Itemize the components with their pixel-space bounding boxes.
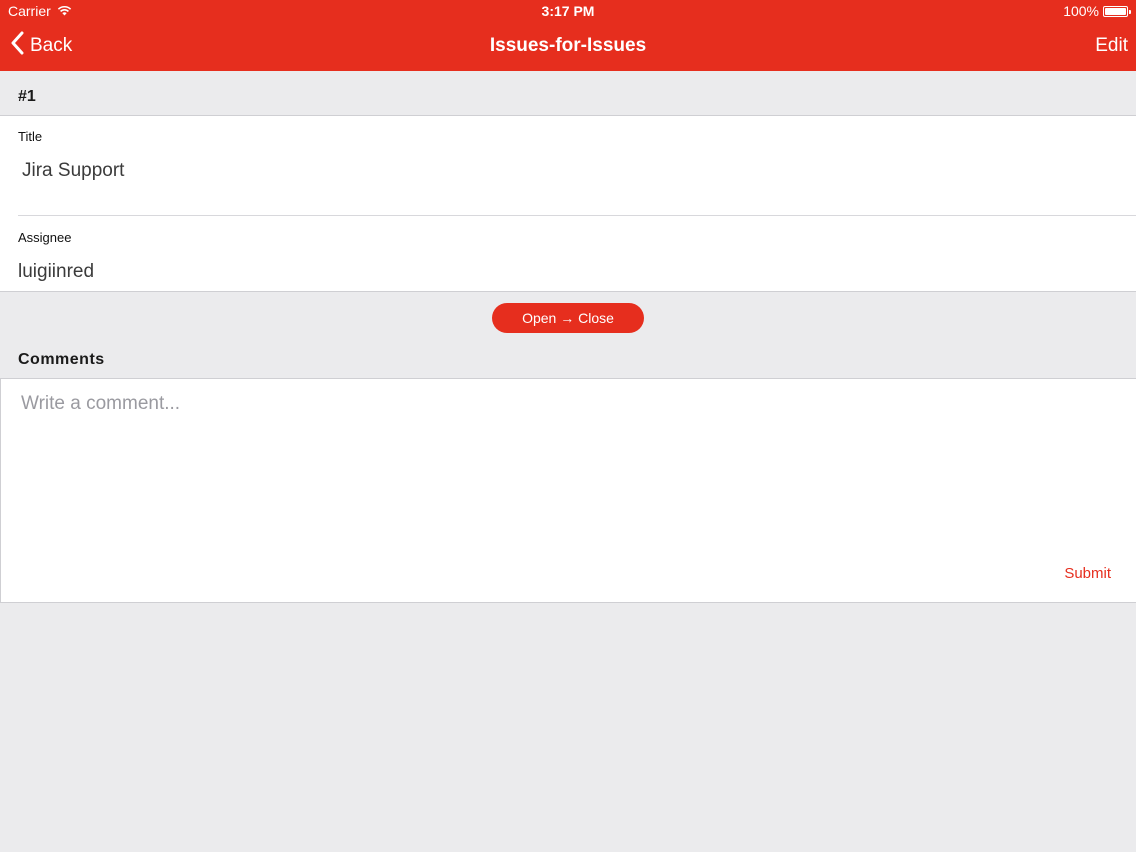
title-label: Title xyxy=(18,129,43,144)
edit-button[interactable]: Edit xyxy=(1095,35,1128,57)
comment-input[interactable] xyxy=(21,393,1111,543)
comment-box: Submit xyxy=(0,378,1136,603)
field-divider xyxy=(18,215,1136,216)
battery-percent: 100% xyxy=(1063,3,1099,19)
issue-details-card: Title Jira Support Assignee luigiinred xyxy=(0,116,1136,292)
page-title: Issues-for-Issues xyxy=(489,35,647,56)
top-bar: Carrier 3:17 PM 100% Back Issues-for-Iss… xyxy=(0,0,1136,71)
status-right: 100% xyxy=(1063,0,1131,22)
status-time: 3:17 PM xyxy=(541,3,595,19)
issue-number: #1 xyxy=(18,88,36,105)
assignee-label: Assignee xyxy=(18,230,72,245)
navigation-bar: Back Issues-for-Issues Edit xyxy=(0,22,1136,71)
status-bar: Carrier 3:17 PM 100% xyxy=(0,0,1136,22)
title-field[interactable]: Jira Support xyxy=(22,160,124,182)
comments-heading: Comments xyxy=(18,351,105,368)
assignee-field[interactable]: luigiinred xyxy=(18,261,94,283)
change-state-button[interactable]: Open → Close xyxy=(492,303,644,333)
issue-header: #1 xyxy=(0,71,1136,116)
submit-button[interactable]: Submit xyxy=(1064,565,1111,582)
battery-icon xyxy=(1103,5,1131,17)
